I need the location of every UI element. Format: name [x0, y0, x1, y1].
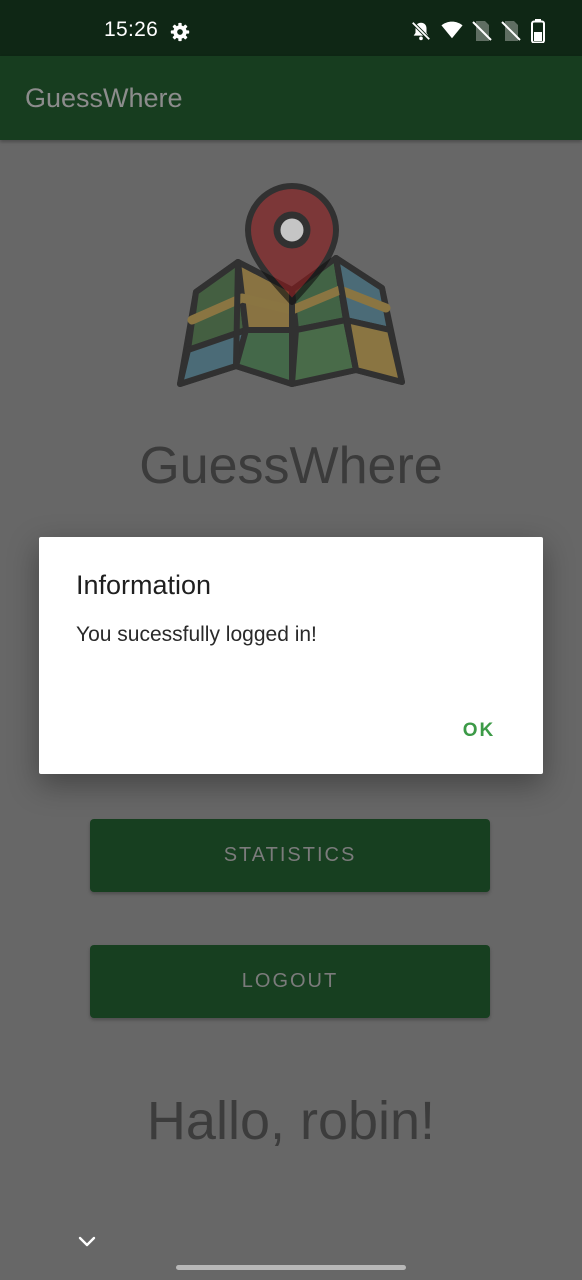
dialog-title: Information — [76, 570, 212, 600]
ok-button[interactable]: OK — [449, 720, 509, 756]
wifi-icon — [441, 21, 463, 39]
no-sim-icon — [472, 21, 492, 41]
app-bar: GuessWhere — [0, 56, 582, 140]
chevron-down-icon[interactable] — [78, 1236, 96, 1248]
no-sim-icon — [501, 21, 521, 41]
status-time: 15:26 — [104, 18, 159, 41]
map-pin-icon — [177, 183, 405, 387]
greeting-text: Hallo, robin! — [146, 1091, 436, 1151]
notifications-off-icon — [411, 21, 431, 41]
information-dialog: Information You sucessfully logged in! O… — [39, 537, 543, 774]
dialog-message: You sucessfully logged in! — [76, 623, 317, 646]
home-indicator[interactable] — [176, 1265, 406, 1270]
statistics-button[interactable]: STATISTICS — [90, 819, 490, 892]
app-name-heading: GuessWhere — [139, 437, 443, 495]
status-bar: 15:26 — [0, 0, 582, 56]
logout-button[interactable]: LOGOUT — [90, 945, 490, 1018]
battery-icon — [531, 19, 545, 43]
app-bar-title: GuessWhere — [25, 83, 183, 113]
gear-icon — [170, 22, 190, 42]
